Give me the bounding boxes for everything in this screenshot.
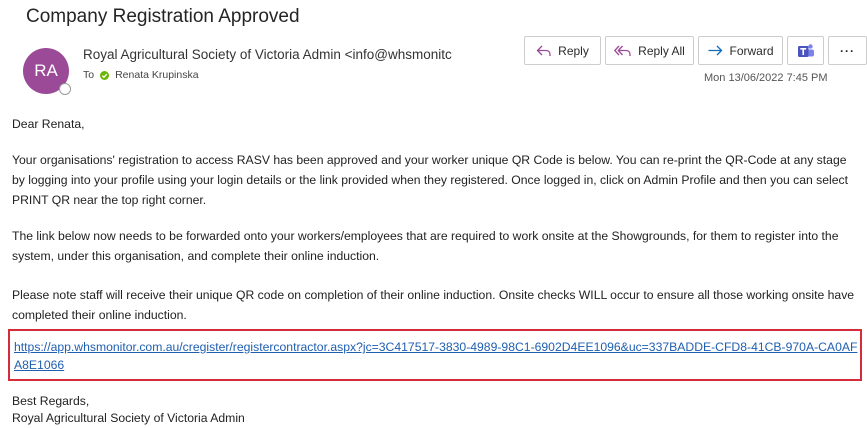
reply-all-label: Reply All <box>638 43 685 58</box>
email-paragraph-forward-instructions: The link below now needs to be forwarded… <box>12 229 839 263</box>
reply-icon <box>536 44 552 58</box>
email-paragraph-approval: Your organisations' registration to acce… <box>12 153 849 207</box>
reply-button[interactable]: Reply <box>524 36 601 65</box>
email-signoff: Best Regards, Royal Agricultural Society… <box>12 393 245 427</box>
teams-icon <box>797 43 815 59</box>
sender-name[interactable]: Royal Agricultural Society of Victoria A… <box>83 47 488 62</box>
highlighted-link-box: https://app.whsmonitor.com.au/cregister/… <box>8 329 862 381</box>
forward-label: Forward <box>729 43 774 58</box>
presence-available-icon <box>100 70 110 80</box>
presence-status-icon <box>59 83 71 95</box>
more-options-button[interactable]: ··· <box>828 36 867 65</box>
more-icon: ··· <box>840 43 855 58</box>
forward-icon <box>707 44 723 58</box>
signature-text: Royal Agricultural Society of Victoria A… <box>12 411 245 425</box>
signoff-text: Best Regards, <box>12 394 90 408</box>
reply-label: Reply <box>558 43 589 58</box>
teams-button[interactable] <box>787 36 824 65</box>
email-subject: Company Registration Approved <box>26 6 300 27</box>
email-paragraph-qr-note: Please note staff will receive their uni… <box>12 288 855 322</box>
email-greeting: Dear Renata, <box>12 117 85 131</box>
registration-link[interactable]: https://app.whsmonitor.com.au/cregister/… <box>14 338 860 374</box>
forward-button[interactable]: Forward <box>698 36 783 65</box>
to-label: To <box>83 69 95 81</box>
recipient-line: To Renata Krupinska <box>83 69 199 81</box>
reply-all-icon <box>614 44 632 58</box>
reply-all-button[interactable]: Reply All <box>605 36 694 65</box>
received-timestamp: Mon 13/06/2022 7:45 PM <box>704 72 828 84</box>
recipient-name[interactable]: Renata Krupinska <box>115 69 198 81</box>
